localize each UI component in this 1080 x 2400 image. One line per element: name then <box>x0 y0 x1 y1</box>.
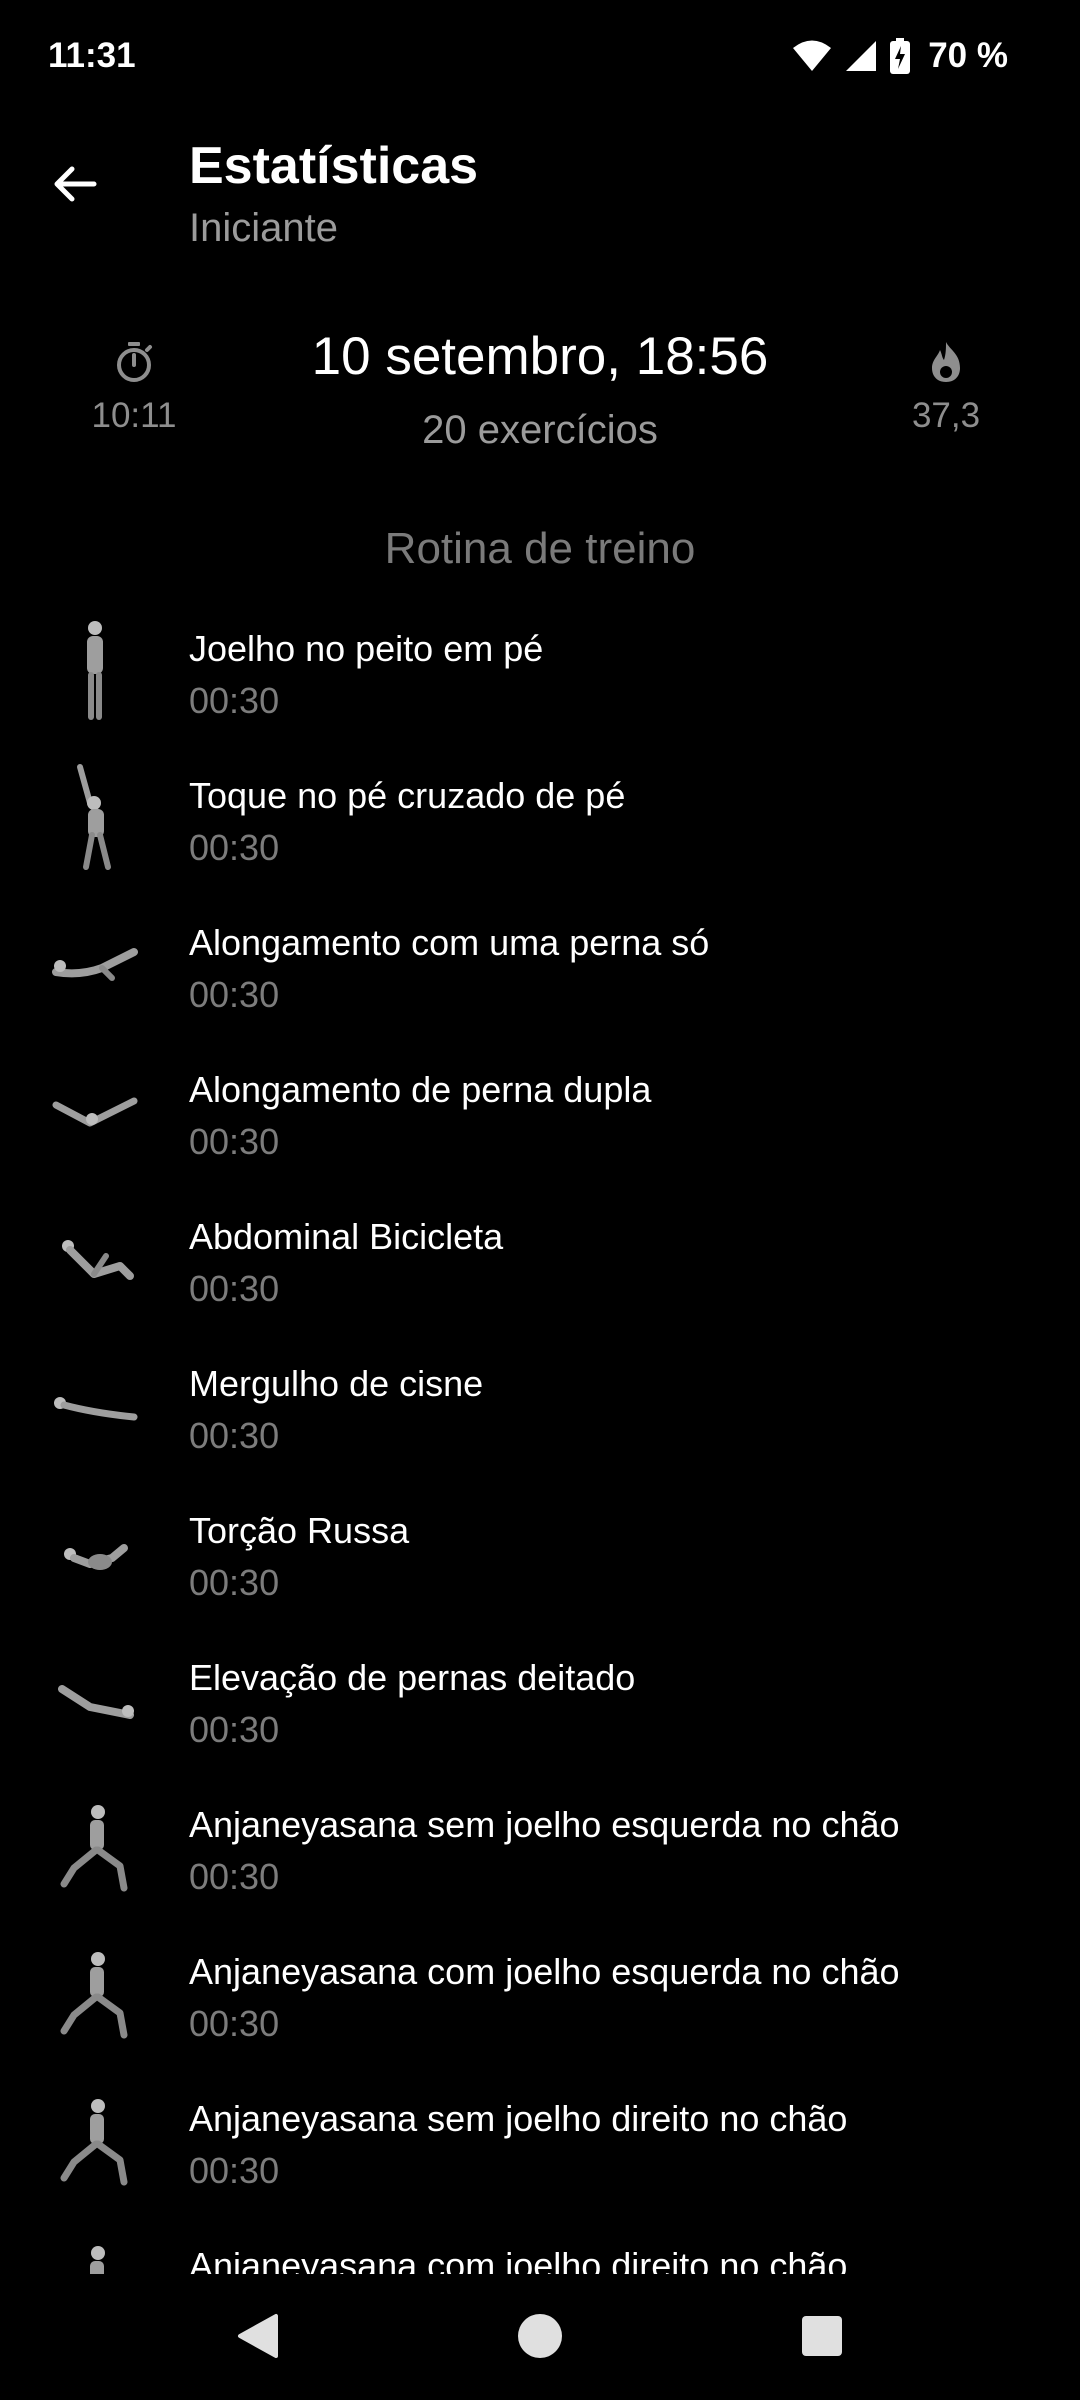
exercise-name: Anjaneyasana com joelho direito no chão <box>189 2245 848 2274</box>
exercise-name: Anjaneyasana com joelho esquerda no chão <box>189 1951 900 1992</box>
triangle-back-icon <box>236 2312 280 2365</box>
exercise-name: Torção Russa <box>189 1510 410 1551</box>
exercise-thumbnail <box>50 1498 140 1608</box>
calories-stat: 37,3 <box>866 336 1026 436</box>
exercise-item[interactable]: Anjaneyasana com joelho direito no chão <box>0 2219 1080 2274</box>
exercise-item[interactable]: Anjaneyasana sem joelho direito no chão … <box>0 2072 1080 2219</box>
exercise-name: Toque no pé cruzado de pé <box>189 775 626 816</box>
exercise-name: Mergulho de cisne <box>189 1363 484 1404</box>
battery-charging-icon <box>890 38 911 74</box>
exercise-duration: 00:30 <box>189 1562 280 1603</box>
exercise-thumbnail <box>50 616 140 726</box>
exercise-thumbnail <box>50 1939 140 2049</box>
exercise-duration: 00:30 <box>189 974 280 1015</box>
exercise-name: Abdominal Bicicleta <box>189 1216 504 1257</box>
exercise-thumbnail <box>50 1645 140 1755</box>
exercise-thumbnail <box>50 2086 140 2196</box>
arrow-left-icon <box>50 160 98 213</box>
exercise-duration: 00:30 <box>189 1268 280 1309</box>
nav-recents-button[interactable] <box>786 2302 858 2374</box>
nav-home-button[interactable] <box>504 2302 576 2374</box>
stats-screen: 11:31 70 % Estatísticas Iniciante 10:11 … <box>0 0 1080 2400</box>
exercise-thumbnail <box>50 1792 140 1902</box>
status-icons: 70 % <box>792 36 1008 76</box>
nav-back-button[interactable] <box>222 2302 294 2374</box>
exercise-thumbnail <box>50 763 140 873</box>
exercise-name: Anjaneyasana sem joelho direito no chão <box>189 2098 848 2139</box>
status-bar: 11:31 70 % <box>0 0 1080 118</box>
exercise-duration: 00:30 <box>189 1121 280 1162</box>
system-nav-bar <box>0 2274 1080 2400</box>
exercise-item[interactable]: Joelho no peito em pé 00:30 <box>0 602 1080 749</box>
exercise-duration: 00:30 <box>189 827 280 868</box>
exercise-name: Elevação de pernas deitado <box>189 1657 636 1698</box>
flame-icon <box>866 336 1026 388</box>
exercise-item[interactable]: Elevação de pernas deitado 00:30 <box>0 1631 1080 1778</box>
square-recents-icon <box>800 2314 844 2363</box>
exercise-duration: 00:30 <box>189 2150 280 2191</box>
exercise-duration: 00:30 <box>189 680 280 721</box>
stopwatch-icon <box>54 336 214 388</box>
exercise-item[interactable]: Alongamento de perna dupla 00:30 <box>0 1043 1080 1190</box>
section-title: Rotina de treino <box>384 524 696 573</box>
exercise-name: Anjaneyasana sem joelho esquerda no chão <box>189 1804 900 1845</box>
duration-stat: 10:11 <box>54 336 214 436</box>
exercise-thumbnail <box>50 1351 140 1461</box>
wifi-icon <box>792 39 832 73</box>
exercise-item[interactable]: Mergulho de cisne 00:30 <box>0 1337 1080 1484</box>
exercise-duration: 00:30 <box>189 1415 280 1456</box>
exercise-item[interactable]: Anjaneyasana sem joelho esquerda no chão… <box>0 1778 1080 1925</box>
exercise-thumbnail <box>50 1204 140 1314</box>
exercise-duration: 00:30 <box>189 1709 280 1750</box>
exercise-list[interactable]: Joelho no peito em pé 00:30 Toque no pé … <box>0 602 1080 2274</box>
exercise-item[interactable]: Anjaneyasana com joelho esquerda no chão… <box>0 1925 1080 2072</box>
exercise-name: Alongamento com uma perna só <box>189 922 710 963</box>
exercise-item[interactable]: Abdominal Bicicleta 00:30 <box>0 1190 1080 1337</box>
status-time: 11:31 <box>48 36 136 75</box>
exercise-item[interactable]: Alongamento com uma perna só 00:30 <box>0 896 1080 1043</box>
exercise-thumbnail <box>50 2233 140 2274</box>
battery-percentage: 70 % <box>928 36 1008 75</box>
exercise-name: Joelho no peito em pé <box>189 628 544 669</box>
exercise-item[interactable]: Toque no pé cruzado de pé 00:30 <box>0 749 1080 896</box>
exercise-count: 20 exercícios <box>422 408 658 452</box>
cell-signal-icon <box>844 39 878 73</box>
page-subtitle: Iniciante <box>189 206 338 250</box>
exercise-item[interactable]: Torção Russa 00:30 <box>0 1484 1080 1631</box>
exercise-thumbnail <box>50 910 140 1020</box>
exercise-duration: 00:30 <box>189 2003 280 2044</box>
session-date: 10 setembro, 18:56 <box>311 327 769 386</box>
back-button[interactable] <box>38 150 110 222</box>
exercise-name: Alongamento de perna dupla <box>189 1069 652 1110</box>
exercise-duration: 00:30 <box>189 1856 280 1897</box>
calories-value: 37,3 <box>911 396 981 435</box>
circle-home-icon <box>516 2312 564 2365</box>
exercise-thumbnail <box>50 1057 140 1167</box>
duration-value: 10:11 <box>91 396 177 435</box>
page-title: Estatísticas <box>189 137 479 195</box>
